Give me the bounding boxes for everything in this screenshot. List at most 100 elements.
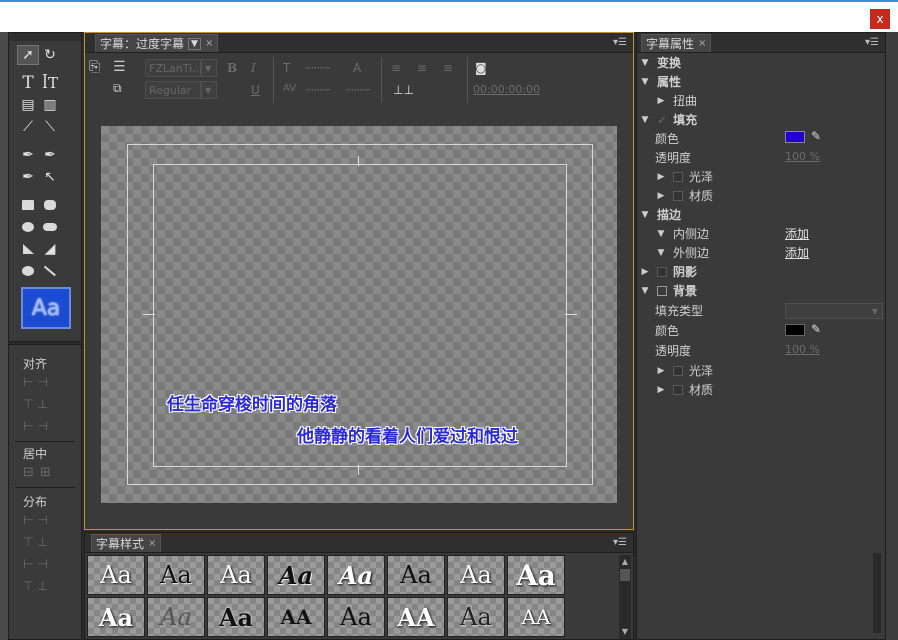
fill-color-swatch[interactable] bbox=[785, 131, 805, 143]
templates-icon[interactable]: ⧉ bbox=[113, 81, 122, 96]
delete-anchor-tool-icon[interactable]: ✒ bbox=[39, 145, 61, 165]
tab-title-styles[interactable]: 字幕样式 × bbox=[91, 534, 162, 552]
font-style-select[interactable]: Regular bbox=[145, 81, 201, 99]
font-size-field[interactable]: ········· bbox=[305, 61, 331, 75]
new-title-icon[interactable]: ⎘ bbox=[89, 59, 100, 75]
bg-sheen-checkbox[interactable] bbox=[673, 365, 683, 376]
style-thumbnail[interactable]: Aa bbox=[267, 555, 325, 595]
leading-icon[interactable]: A bbox=[353, 61, 361, 75]
style-thumbnail[interactable]: Aa bbox=[207, 555, 265, 595]
distort-row[interactable]: ▶ 扭曲 bbox=[655, 92, 697, 109]
bg-texture-row[interactable]: ▶ 材质 bbox=[655, 381, 713, 398]
inner-stroke-row[interactable]: ▼ 内侧边 bbox=[655, 225, 709, 242]
outer-stroke-row[interactable]: ▼ 外侧边 bbox=[655, 244, 709, 261]
line-tool-icon[interactable] bbox=[39, 261, 61, 281]
ellipse-tool-icon[interactable] bbox=[17, 261, 39, 281]
distribute-center-icon[interactable]: ⊤⊥ bbox=[23, 535, 52, 549]
texture-checkbox[interactable] bbox=[673, 190, 683, 201]
pen-tool-icon[interactable]: ✒ bbox=[17, 145, 39, 165]
wedge-tool-icon[interactable] bbox=[17, 239, 39, 259]
subtitle-line-2[interactable]: 他静静的看着人们爱过和恨过 bbox=[297, 422, 518, 447]
bg-color-swatch[interactable] bbox=[785, 324, 805, 336]
align-left-text-icon[interactable]: ≡ bbox=[391, 61, 401, 75]
rotation-tool-icon[interactable]: ↻ bbox=[39, 45, 61, 65]
properties-section[interactable]: ▼ 属性 bbox=[639, 73, 681, 90]
timecode[interactable]: 00:00:00:00 bbox=[473, 83, 540, 96]
texture-row[interactable]: ▶ 材质 bbox=[655, 187, 713, 204]
bold-icon[interactable]: B bbox=[227, 61, 237, 75]
bg-texture-checkbox[interactable] bbox=[673, 384, 683, 395]
bg-eyedropper-icon[interactable]: ✎ bbox=[811, 322, 821, 336]
style-thumbnail[interactable]: AA bbox=[267, 597, 325, 637]
underline-icon[interactable]: U bbox=[251, 83, 260, 97]
leading-field[interactable]: ········· bbox=[345, 83, 371, 97]
font-style-dropdown-icon[interactable]: ▼ bbox=[201, 81, 217, 99]
align-left-icon[interactable]: ⊢⊣ bbox=[23, 375, 52, 389]
subtitle-line-1[interactable]: 任生命穿梭时间的角落 bbox=[167, 390, 337, 415]
tab-stops-icon[interactable]: ⊥⊥ bbox=[393, 83, 414, 97]
fill-type-select[interactable]: ▼ bbox=[785, 303, 883, 319]
sheen-row[interactable]: ▶ 光泽 bbox=[655, 168, 713, 185]
shadow-checkbox[interactable] bbox=[657, 266, 667, 277]
styles-scrollbar[interactable]: ▲ ▼ bbox=[619, 555, 631, 639]
arc-tool-icon[interactable]: ◢ bbox=[39, 239, 61, 259]
tab-close-icon[interactable]: × bbox=[205, 38, 213, 49]
align-top-icon[interactable]: ⊤⊥ bbox=[23, 397, 52, 411]
tab-dropdown-icon[interactable]: ▼ bbox=[188, 37, 201, 50]
font-family-dropdown-icon[interactable]: ▼ bbox=[201, 59, 217, 77]
fill-opacity-value[interactable]: 100 % bbox=[785, 150, 820, 163]
convert-anchor-tool-icon[interactable]: ↖ bbox=[39, 167, 61, 187]
rounded-rectangle-tool-icon[interactable] bbox=[17, 217, 39, 237]
properties-panel-menu-icon[interactable]: ▾☰ bbox=[865, 37, 879, 48]
styles-tab-close-icon[interactable]: × bbox=[148, 538, 156, 549]
background-checkbox[interactable] bbox=[657, 285, 667, 296]
bg-sheen-row[interactable]: ▶ 光泽 bbox=[655, 362, 713, 379]
style-thumbnail[interactable]: Aa bbox=[87, 555, 145, 595]
kerning-icon[interactable]: AV bbox=[283, 83, 296, 94]
add-outer-stroke-link[interactable]: 添加 bbox=[785, 244, 809, 261]
distribute-left-icon[interactable]: ⊢⊣ bbox=[23, 513, 52, 527]
style-thumbnail[interactable]: Aa bbox=[207, 597, 265, 637]
style-thumbnail[interactable]: Aa bbox=[147, 555, 205, 595]
sheen-checkbox[interactable] bbox=[673, 171, 683, 182]
selection-tool-icon[interactable]: ➚ bbox=[17, 45, 39, 65]
vertical-type-tool-icon[interactable]: ꟾT bbox=[39, 73, 61, 93]
eyedropper-icon[interactable]: ✎ bbox=[811, 129, 821, 143]
scroll-up-icon[interactable]: ▲ bbox=[620, 557, 630, 567]
align-right-text-icon[interactable]: ≡ bbox=[443, 61, 453, 75]
bg-opacity-value[interactable]: 100 % bbox=[785, 343, 820, 356]
style-thumbnail[interactable]: Aa bbox=[387, 555, 445, 595]
properties-tab-close-icon[interactable]: × bbox=[698, 38, 706, 49]
vertical-area-type-tool-icon[interactable]: ▥ bbox=[39, 95, 61, 115]
shadow-section[interactable]: ▶ 阴影 bbox=[639, 263, 697, 280]
rounded-corner-rect-tool-icon[interactable] bbox=[39, 217, 61, 237]
scroll-down-icon[interactable]: ▼ bbox=[620, 627, 630, 637]
style-thumbnail[interactable]: Aa bbox=[507, 555, 565, 595]
center-horizontal-icon[interactable]: ⊟⊞ bbox=[23, 465, 57, 480]
align-center-text-icon[interactable]: ≡ bbox=[417, 61, 427, 75]
title-canvas[interactable]: 任生命穿梭时间的角落 他静静的看着人们爱过和恨过 bbox=[101, 126, 617, 503]
close-button[interactable]: x bbox=[870, 9, 890, 29]
style-thumbnail[interactable]: AA bbox=[507, 597, 565, 637]
path-type-tool-icon[interactable]: ⟋ bbox=[17, 117, 39, 137]
font-size-icon[interactable]: T bbox=[283, 61, 290, 75]
vertical-path-type-tool-icon[interactable]: ⟍ bbox=[39, 117, 61, 137]
roll-crawl-options-icon[interactable]: ☰ bbox=[113, 59, 126, 75]
italic-icon[interactable]: I bbox=[251, 61, 256, 75]
clipped-rectangle-tool-icon[interactable] bbox=[39, 195, 61, 215]
align-middle-icon[interactable]: ⊢⊣ bbox=[23, 419, 52, 433]
panel-menu-icon[interactable]: ▾☰ bbox=[613, 37, 627, 48]
strokes-section[interactable]: ▼ 描边 bbox=[639, 206, 681, 223]
style-thumbnail[interactable]: Aa bbox=[447, 555, 505, 595]
distribute-even-icon[interactable]: ⊤⊥ bbox=[23, 579, 52, 593]
fill-checkbox[interactable]: ✓ bbox=[657, 113, 667, 127]
rectangle-tool-icon[interactable] bbox=[17, 195, 39, 215]
add-anchor-tool-icon[interactable]: ✒ bbox=[17, 167, 39, 187]
add-inner-stroke-link[interactable]: 添加 bbox=[785, 225, 809, 242]
style-thumbnail[interactable]: AA bbox=[387, 597, 445, 637]
tab-title-designer[interactable]: 字幕：过度字幕 ▼ × bbox=[95, 34, 219, 52]
fill-section[interactable]: ▼ ✓ 填充 bbox=[639, 111, 698, 128]
area-type-tool-icon[interactable]: ▤ bbox=[17, 95, 39, 115]
style-thumbnail[interactable]: Aa bbox=[87, 597, 145, 637]
style-thumbnail[interactable]: Aa bbox=[327, 597, 385, 637]
